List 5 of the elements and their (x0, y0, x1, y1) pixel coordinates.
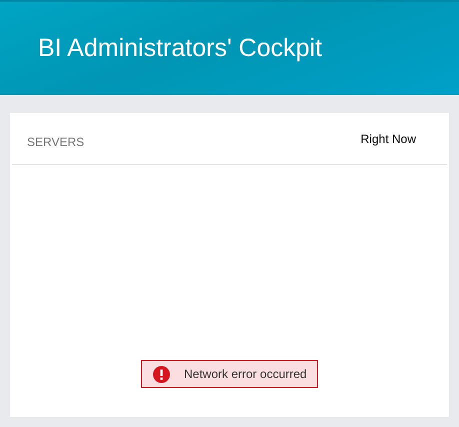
time-range-label: Right Now (360, 131, 416, 148)
page-title: BI Administrators' Cockpit (38, 36, 322, 61)
error-text: Network error occurred (184, 366, 307, 383)
error-icon (153, 366, 170, 382)
card-title: SERVERS (27, 134, 84, 151)
